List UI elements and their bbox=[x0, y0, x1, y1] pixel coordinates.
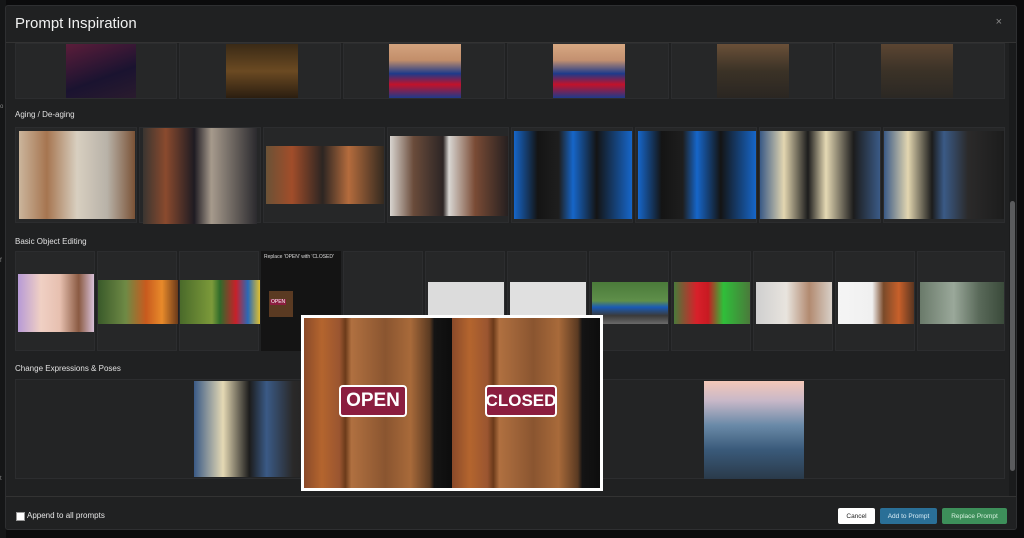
inspiration-card[interactable] bbox=[507, 43, 669, 99]
inspiration-card[interactable] bbox=[97, 251, 178, 351]
before-image: OPEN bbox=[304, 318, 452, 488]
thumbnail-image bbox=[19, 131, 135, 219]
thumbnail-image bbox=[884, 131, 1004, 219]
inspiration-card[interactable] bbox=[387, 127, 509, 223]
scrollbar-thumb[interactable] bbox=[1010, 201, 1015, 471]
inspiration-card[interactable] bbox=[835, 43, 1005, 99]
section-title-object: Basic Object Editing bbox=[15, 237, 87, 246]
open-sign: OPEN bbox=[339, 385, 407, 417]
inspiration-card[interactable] bbox=[635, 127, 757, 223]
thumbnail-image bbox=[66, 44, 136, 98]
section-title-expressions: Change Expressions & Poses bbox=[15, 364, 121, 373]
thumbnail-image bbox=[553, 44, 625, 98]
modal-header: Prompt Inspiration × bbox=[6, 6, 1016, 43]
thumbnail-image bbox=[514, 131, 632, 219]
thumbnail-image bbox=[674, 282, 750, 324]
inspiration-card[interactable] bbox=[15, 251, 95, 351]
thumbnail-image bbox=[143, 128, 257, 224]
close-icon[interactable]: × bbox=[996, 16, 1002, 28]
thumbnail-image bbox=[390, 136, 508, 216]
thumbnail-image bbox=[756, 282, 832, 324]
tooltip-text: Replace 'OPEN' with 'CLOSED' bbox=[264, 254, 334, 260]
thumbnail-image bbox=[389, 44, 461, 98]
inspiration-card[interactable] bbox=[263, 127, 385, 223]
thumbnail-image bbox=[920, 282, 1004, 324]
inspiration-card[interactable] bbox=[343, 43, 505, 99]
tooltip-thumbnail: OPEN bbox=[269, 291, 293, 317]
inspiration-card[interactable] bbox=[835, 251, 915, 351]
modal-title: Prompt Inspiration bbox=[15, 15, 137, 32]
add-to-prompt-button[interactable]: Add to Prompt bbox=[880, 508, 937, 524]
replace-prompt-button[interactable]: Replace Prompt bbox=[942, 508, 1007, 524]
inspiration-card[interactable] bbox=[139, 127, 261, 224]
modal-scrollbar[interactable] bbox=[1009, 43, 1016, 496]
thumbnail-image bbox=[98, 280, 178, 324]
image-preview: OPEN CLOSED bbox=[301, 315, 603, 491]
inspiration-card[interactable] bbox=[883, 127, 1005, 223]
inspiration-card[interactable] bbox=[917, 251, 1005, 351]
after-image: CLOSED bbox=[452, 318, 600, 488]
append-checkbox[interactable] bbox=[16, 512, 25, 521]
thumbnail-image bbox=[592, 282, 668, 324]
thumbnail-image[interactable] bbox=[704, 381, 804, 479]
inspiration-card[interactable] bbox=[179, 251, 260, 351]
thumbnail-image bbox=[838, 282, 914, 324]
inspiration-card[interactable] bbox=[753, 251, 833, 351]
thumbnail-image bbox=[180, 280, 260, 324]
thumbnail-image bbox=[226, 44, 298, 98]
append-checkbox-label: Append to all prompts bbox=[27, 511, 105, 520]
inspiration-card[interactable] bbox=[15, 127, 137, 223]
inspiration-card[interactable] bbox=[671, 251, 751, 351]
prompt-inspiration-modal: Prompt Inspiration × Aging / De-aging Ba… bbox=[5, 5, 1017, 530]
tooltip-sign-text: OPEN bbox=[270, 299, 287, 305]
inspiration-card[interactable] bbox=[671, 43, 833, 99]
inspiration-card[interactable] bbox=[179, 43, 341, 99]
thumbnail-image bbox=[638, 131, 756, 219]
inspiration-card[interactable] bbox=[15, 43, 177, 99]
section-title-aging: Aging / De-aging bbox=[15, 110, 75, 119]
inspiration-card[interactable] bbox=[511, 127, 633, 223]
closed-sign: CLOSED bbox=[485, 385, 557, 417]
thumbnail-image bbox=[717, 44, 789, 98]
modal-footer: Append to all prompts Cancel Add to Prom… bbox=[6, 496, 1016, 529]
modal-body: Aging / De-aging Basic Object Editing Ch… bbox=[6, 43, 1010, 496]
inspiration-card[interactable] bbox=[759, 127, 881, 223]
thumbnail-image bbox=[266, 146, 384, 204]
thumbnail-image bbox=[881, 44, 953, 98]
thumbnail-image bbox=[18, 274, 94, 332]
annotation-underline bbox=[886, 526, 934, 529]
cancel-button[interactable]: Cancel bbox=[838, 508, 875, 524]
thumbnail-image bbox=[760, 131, 880, 219]
